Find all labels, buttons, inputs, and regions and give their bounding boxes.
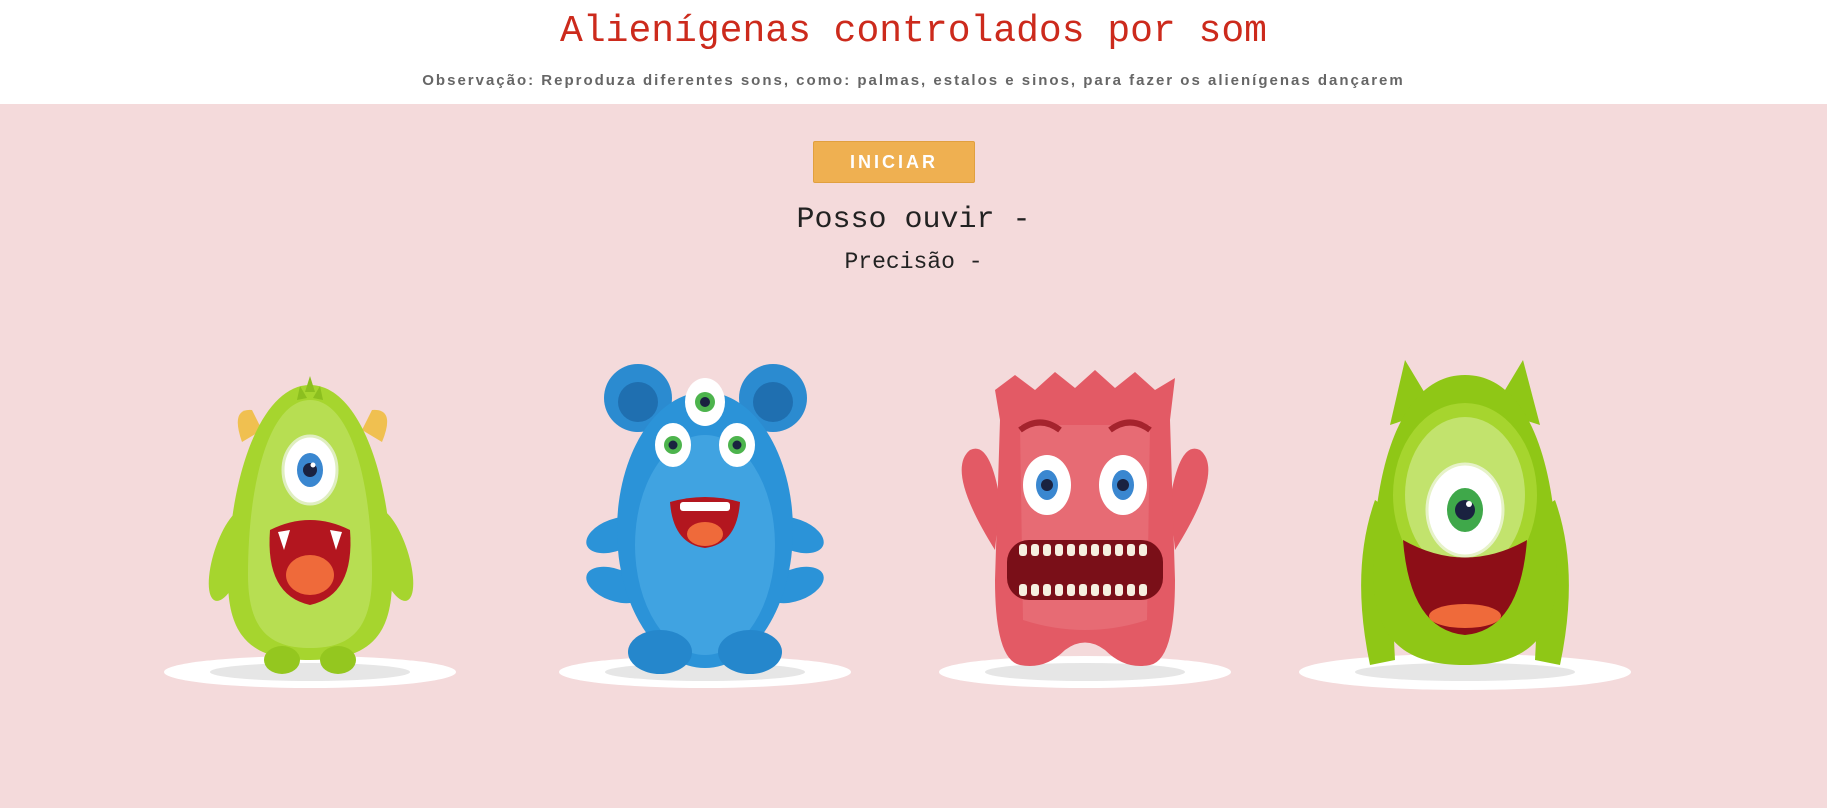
start-button[interactable]: INICIAR: [813, 141, 975, 183]
precision-label: Precisão -: [844, 249, 983, 275]
alien-4: [1295, 330, 1635, 700]
red-two-eyed-alien-icon: [939, 370, 1231, 688]
page-header: Alienígenas controlados por som Observaç…: [0, 0, 1827, 104]
heard-sound-label: Posso ouvir -: [796, 203, 1031, 237]
alien-2: [555, 330, 855, 700]
blue-three-eyed-alien-icon: [559, 364, 851, 688]
green-cyclops-alien-icon: [1299, 360, 1631, 690]
alien-1: [160, 330, 460, 700]
alien-3: [935, 330, 1235, 700]
green-one-eyed-horned-alien-icon: [164, 376, 456, 688]
instructions-note: Observação: Reproduza diferentes sons, c…: [422, 72, 1405, 89]
page-title: Alienígenas controlados por som: [560, 10, 1267, 53]
